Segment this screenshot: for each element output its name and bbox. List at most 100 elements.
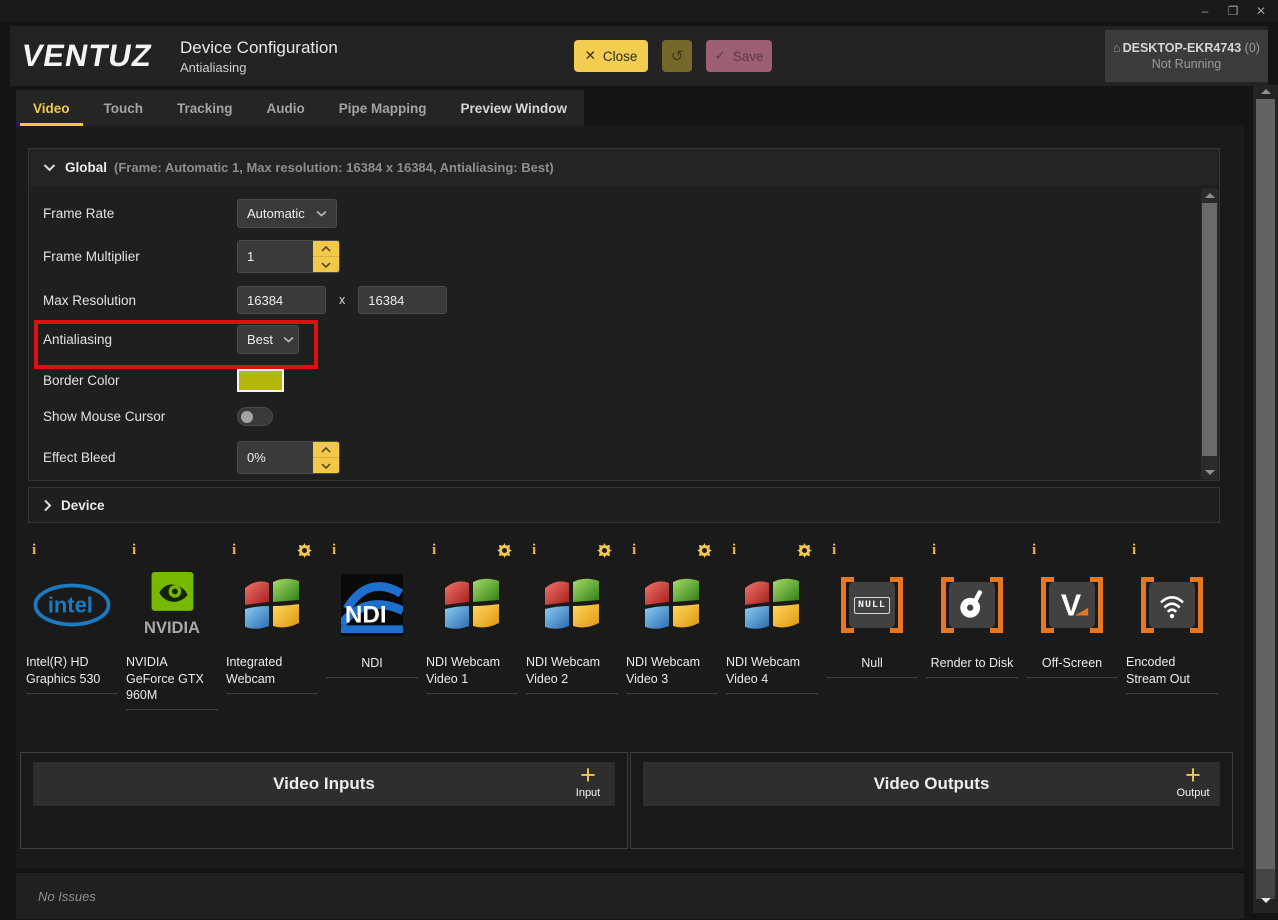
frame-rate-dropdown[interactable]: Automatic [237, 199, 337, 228]
maximize-icon[interactable]: ❒ [1226, 4, 1240, 18]
close-x-icon: ✕ [585, 48, 596, 64]
max-resolution-width-input[interactable]: 16384 [237, 286, 326, 314]
device-name: Integrated Webcam [226, 654, 318, 688]
effect-bleed-value[interactable]: 0% [238, 442, 313, 473]
info-icon[interactable]: i [132, 542, 136, 559]
panel-scrollbar[interactable] [1201, 189, 1218, 479]
info-icon[interactable]: i [332, 542, 336, 559]
max-resolution-height-input[interactable]: 16384 [358, 286, 447, 314]
show-mouse-cursor-row: Show Mouse Cursor [43, 407, 273, 426]
add-input-button[interactable]: + Input [565, 763, 611, 799]
frame-rate-row: Frame Rate Automatic [43, 199, 337, 228]
svg-text:NDI: NDI [345, 601, 387, 628]
effect-bleed-stepper[interactable]: 0% [237, 441, 340, 474]
global-section: Global (Frame: Automatic 1, Max resoluti… [28, 148, 1220, 481]
minimize-icon[interactable]: – [1198, 4, 1212, 18]
close-window-icon[interactable]: ✕ [1254, 4, 1268, 18]
info-icon[interactable]: i [232, 542, 236, 559]
add-output-button[interactable]: + Output [1170, 763, 1216, 799]
decrement-button[interactable] [313, 257, 339, 272]
scroll-down-arrow[interactable] [1253, 894, 1278, 907]
video-inputs-panel: Video Inputs + Input [20, 752, 628, 849]
scroll-up-arrow[interactable] [1253, 89, 1278, 94]
gear-icon[interactable] [497, 543, 512, 558]
info-icon[interactable]: i [32, 542, 36, 559]
close-button[interactable]: ✕ Close [574, 40, 648, 72]
null-logo-icon: NULL [826, 559, 918, 651]
window-titlebar: – ❒ ✕ [0, 0, 1278, 22]
tab-pipe-mapping[interactable]: Pipe Mapping [322, 90, 444, 126]
device-card-encoded-stream-out[interactable]: iEncoded Stream Out [1126, 541, 1218, 694]
device-card-ndi[interactable]: iNDINDI [326, 541, 418, 678]
info-icon[interactable]: i [932, 542, 936, 559]
frame-rate-value: Automatic [247, 206, 305, 221]
video-outputs-panel: Video Outputs + Output [630, 752, 1233, 849]
increment-button[interactable] [313, 442, 339, 458]
page-subtitle: Antialiasing [180, 60, 338, 75]
info-icon[interactable]: i [1032, 542, 1036, 559]
tab-touch[interactable]: Touch [87, 90, 161, 126]
tab-tracking[interactable]: Tracking [160, 90, 250, 126]
increment-button[interactable] [313, 241, 339, 257]
device-card-ndi-webcam-video-4[interactable]: i NDI Webcam Video 4 [726, 541, 818, 694]
info-icon[interactable]: i [1132, 542, 1136, 559]
add-input-label: Input [565, 787, 611, 799]
device-card-off-screen[interactable]: iVOff-Screen [1026, 541, 1118, 678]
host-name: DESKTOP-EKR4743 [1123, 41, 1242, 55]
scrollbar-thumb[interactable] [1202, 203, 1217, 456]
windows-logo-icon [526, 559, 618, 651]
video-inputs-title: Video Inputs [273, 774, 375, 794]
info-icon[interactable]: i [432, 542, 436, 559]
gear-icon[interactable] [797, 543, 812, 558]
decrement-button[interactable] [313, 458, 339, 473]
tab-video[interactable]: Video [16, 90, 87, 126]
scrollbar-thumb[interactable] [1256, 99, 1275, 869]
scroll-up-arrow[interactable] [1201, 193, 1218, 198]
device-card-nvidia-geforce-gtx-960m[interactable]: iNVIDIANVIDIA GeForce GTX 960M [126, 541, 218, 710]
frame-multiplier-value[interactable]: 1 [238, 241, 313, 272]
info-icon[interactable]: i [732, 542, 736, 559]
effect-bleed-row: Effect Bleed 0% [43, 441, 340, 474]
main-scrollbar[interactable] [1253, 85, 1278, 913]
device-name: NDI Webcam Video 4 [726, 654, 818, 688]
host-status-panel[interactable]: ⌂DESKTOP-EKR4743 (0) Not Running [1105, 30, 1268, 82]
device-card-render-to-disk[interactable]: iRender to Disk [926, 541, 1018, 678]
tab-audio[interactable]: Audio [250, 90, 322, 126]
device-card-ndi-webcam-video-3[interactable]: iNDI Webcam Video 3 [626, 541, 718, 694]
device-list: iintelIntel(R) HD Graphics 530iNVIDIANVI… [26, 541, 1226, 710]
close-button-label: Close [603, 49, 638, 64]
device-section-header[interactable]: Device [28, 487, 1220, 523]
device-card-integrated-webcam[interactable]: i Integrated Webcam [226, 541, 318, 694]
device-name: NDI Webcam Video 2 [526, 654, 618, 688]
device-card-ndi-webcam-video-1[interactable]: iNDI Webcam Video 1 [426, 541, 518, 694]
info-icon[interactable]: i [832, 542, 836, 559]
toggle-knob [241, 411, 253, 423]
plus-icon: + [565, 763, 611, 787]
undo-button[interactable]: ↺ [662, 40, 692, 72]
antialiasing-dropdown[interactable]: Best [237, 325, 299, 354]
show-mouse-cursor-toggle[interactable] [237, 407, 273, 426]
global-section-title: Global [65, 160, 107, 175]
antialiasing-row: Antialiasing Best [43, 325, 299, 354]
border-color-swatch[interactable] [237, 369, 284, 392]
svg-text:V: V [1061, 588, 1082, 622]
scroll-down-arrow[interactable] [1201, 466, 1218, 479]
windows-logo-icon [726, 559, 818, 651]
gear-icon[interactable] [697, 543, 712, 558]
tab-preview-window[interactable]: Preview Window [444, 90, 584, 126]
device-card-intel-r-hd-graphics-530[interactable]: iintelIntel(R) HD Graphics 530 [26, 541, 118, 694]
windows-logo-icon [226, 559, 318, 651]
save-button[interactable]: ✓ Save [706, 40, 772, 72]
device-card-null[interactable]: iNULLNull [826, 541, 918, 678]
info-icon[interactable]: i [632, 542, 636, 559]
gear-icon[interactable] [597, 543, 612, 558]
gear-icon[interactable] [297, 543, 312, 558]
home-icon: ⌂ [1113, 41, 1121, 55]
device-card-ndi-webcam-video-2[interactable]: i NDI Webcam Video 2 [526, 541, 618, 694]
stream-logo-icon [1126, 559, 1218, 651]
title-block: Device Configuration Antialiasing [180, 38, 338, 75]
global-section-header[interactable]: Global (Frame: Automatic 1, Max resoluti… [29, 149, 1219, 185]
frame-multiplier-stepper[interactable]: 1 [237, 240, 340, 273]
video-inputs-header: Video Inputs + Input [33, 762, 615, 806]
info-icon[interactable]: i [532, 542, 536, 559]
